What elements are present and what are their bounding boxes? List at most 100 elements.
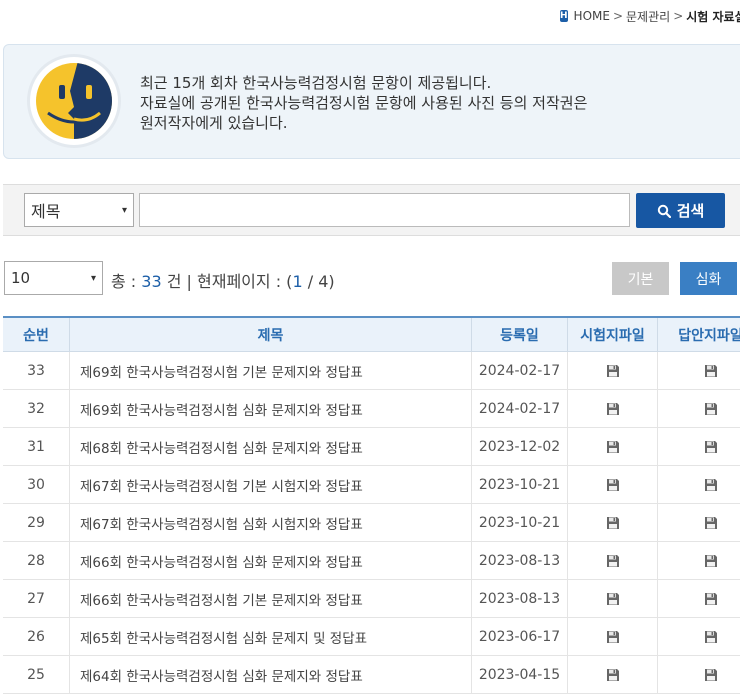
row-title-link[interactable]: 제69회 한국사능력검정시험 심화 문제지와 정답표 [70,390,472,427]
floppy-disk-icon [704,592,717,605]
row-date: 2024-02-17 [472,390,568,427]
info-line: 최근 15개 회차 한국사능력검정시험 문항이 제공됩니다. [140,74,492,92]
row-title-link[interactable]: 제69회 한국사능력검정시험 기본 문제지와 정답표 [70,352,472,389]
info-banner: 최근 15개 회차 한국사능력검정시험 문항이 제공됩니다. 자료실에 공개된 … [3,44,740,159]
row-title-link[interactable]: 제64회 한국사능력검정시험 심화 문제지와 정답표 [70,656,472,693]
row-number: 29 [3,504,70,541]
exam-file-download[interactable] [568,542,658,579]
table-row: 27 제66회 한국사능력검정시험 기본 문제지와 정답표 2023-08-13 [3,580,740,618]
table-body: 33 제69회 한국사능력검정시험 기본 문제지와 정답표 2024-02-17… [3,352,740,694]
floppy-disk-icon [704,516,717,529]
table-header: 순번 제목 등록일 시험지파일 답안지파일 [3,318,740,352]
row-number: 31 [3,428,70,465]
answer-file-download[interactable] [658,580,740,617]
floppy-disk-icon [704,402,717,415]
breadcrumb-separator: > [612,9,624,23]
breadcrumb-separator: > [673,9,684,23]
floppy-disk-icon [704,440,717,453]
breadcrumb-current: 시험 자료실 [686,9,740,24]
page-separator: / [302,272,319,291]
exam-file-download[interactable] [568,352,658,389]
row-date: 2024-02-17 [472,352,568,389]
floppy-disk-icon [606,402,619,415]
row-title-link[interactable]: 제68회 한국사능력검정시험 심화 문제지와 정답표 [70,428,472,465]
row-number: 27 [3,580,70,617]
basic-filter-button[interactable]: 기본 [612,262,669,295]
home-icon: H [560,10,568,22]
info-line: 자료실에 공개된 한국사능력검정시험 문항에 사용된 사진 등의 저작권은 [140,94,588,112]
floppy-disk-icon [704,554,717,567]
exam-file-download[interactable] [568,390,658,427]
answer-file-download[interactable] [658,656,740,693]
exam-file-download[interactable] [568,656,658,693]
row-number: 28 [3,542,70,579]
chevron-down-icon: ▾ [90,272,96,284]
total-prefix: 총 : [111,272,142,291]
info-line: 원저작자에게 있습니다. [140,114,288,132]
answer-file-download[interactable] [658,466,740,503]
row-date: 2023-12-02 [472,428,568,465]
exam-file-download[interactable] [568,580,658,617]
exam-file-download[interactable] [568,466,658,503]
answer-file-download[interactable] [658,352,740,389]
table-row: 33 제69회 한국사능력검정시험 기본 문제지와 정답표 2024-02-17 [3,352,740,390]
search-input[interactable] [139,193,630,227]
search-button-label: 검색 [676,202,705,220]
row-date: 2023-06-17 [472,618,568,655]
column-header-date: 등록일 [472,318,568,351]
floppy-disk-icon [704,364,717,377]
table-row: 32 제69회 한국사능력검정시험 심화 문제지와 정답표 2024-02-17 [3,390,740,428]
search-button[interactable]: 검색 [636,193,725,228]
floppy-disk-icon [606,592,619,605]
row-number: 33 [3,352,70,389]
breadcrumb-level1[interactable]: 문제관리 [626,8,670,25]
answer-file-download[interactable] [658,504,740,541]
breadcrumb-home[interactable]: HOME [574,9,610,23]
row-date: 2023-10-21 [472,504,568,541]
floppy-disk-icon [606,668,619,681]
exam-file-download[interactable] [568,504,658,541]
total-pages: 4 [318,272,329,291]
row-date: 2023-08-13 [472,542,568,579]
table-row: 29 제67회 한국사능력검정시험 심화 시험지와 정답표 2023-10-21 [3,504,740,542]
row-title-link[interactable]: 제66회 한국사능력검정시험 기본 문제지와 정답표 [70,580,472,617]
row-title-link[interactable]: 제67회 한국사능력검정시험 심화 시험지와 정답표 [70,504,472,541]
floppy-disk-icon [606,478,619,491]
row-number: 32 [3,390,70,427]
breadcrumb: H HOME > 문제관리 > 시험 자료실 [560,6,740,26]
row-number: 30 [3,466,70,503]
mascot-icon [30,57,118,145]
answer-file-download[interactable] [658,428,740,465]
table-row: 25 제64회 한국사능력검정시험 심화 문제지와 정답표 2023-04-15 [3,656,740,694]
row-date: 2023-10-21 [472,466,568,503]
table-row: 28 제66회 한국사능력검정시험 심화 문제지와 정답표 2023-08-13 [3,542,740,580]
table-row: 31 제68회 한국사능력검정시험 심화 문제지와 정답표 2023-12-02 [3,428,740,466]
row-number: 25 [3,656,70,693]
advanced-filter-button[interactable]: 심화 [680,262,737,295]
column-header-answer-file: 답안지파일 [678,327,740,344]
page-size-value: 10 [11,269,31,287]
info-text: 최근 15개 회차 한국사능력검정시험 문항이 제공됩니다. 자료실에 공개된 … [140,73,587,133]
floppy-disk-icon [704,478,717,491]
row-title-link[interactable]: 제67회 한국사능력검정시험 기본 시험지와 정답표 [70,466,472,503]
table-row: 26 제65회 한국사능력검정시험 심화 문제지 및 정답표 2023-06-1… [3,618,740,656]
floppy-disk-icon [704,668,717,681]
floppy-disk-icon [704,630,717,643]
total-suffix: 건 | 현재페이지 : ( [161,272,293,291]
answer-file-download[interactable] [658,542,740,579]
row-number: 26 [3,618,70,655]
floppy-disk-icon [606,630,619,643]
chevron-down-icon: ▾ [121,204,127,216]
answer-file-download[interactable] [658,390,740,427]
row-date: 2023-04-15 [472,656,568,693]
exam-file-download[interactable] [568,618,658,655]
row-title-link[interactable]: 제65회 한국사능력검정시험 심화 문제지 및 정답표 [70,618,472,655]
floppy-disk-icon [606,554,619,567]
table-row: 30 제67회 한국사능력검정시험 기본 시험지와 정답표 2023-10-21 [3,466,740,504]
row-title-link[interactable]: 제66회 한국사능력검정시험 심화 문제지와 정답표 [70,542,472,579]
search-field-select[interactable]: 제목 ▾ [24,193,134,227]
result-count: 총 : 33 건 | 현재페이지 : (1 / 4) [111,268,335,292]
answer-file-download[interactable] [658,618,740,655]
exam-file-download[interactable] [568,428,658,465]
page-size-select[interactable]: 10 ▾ [4,261,103,295]
